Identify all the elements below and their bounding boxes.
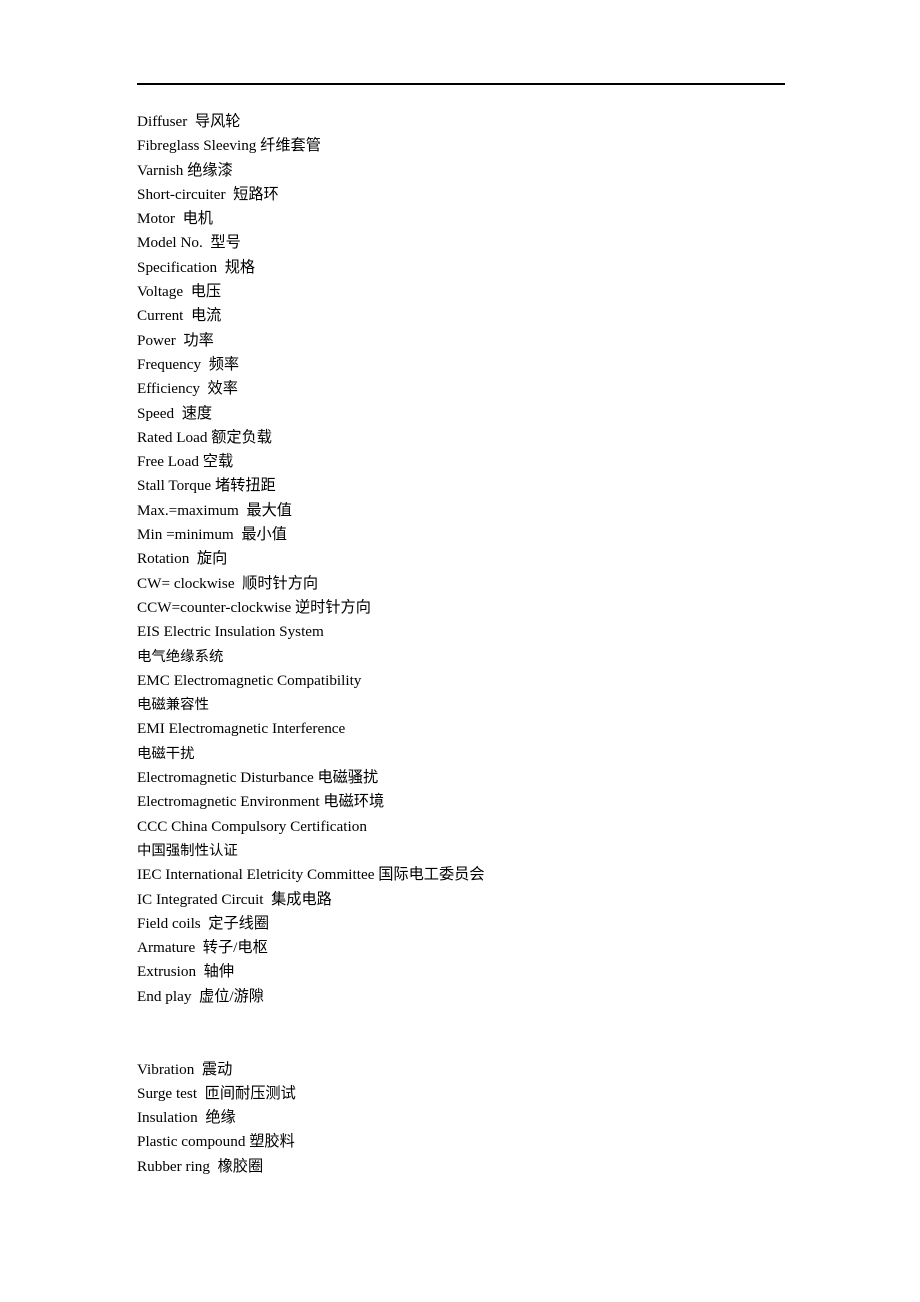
glossary-line: 中国强制性认证: [137, 842, 238, 859]
glossary-line: Max.=maximum 最大值: [137, 501, 292, 519]
glossary-line: Rotation 旋向: [137, 550, 228, 568]
glossary-line: Frequency 频率: [137, 355, 240, 373]
glossary-line: 电磁干扰: [137, 745, 195, 762]
glossary-line: Diffuser 导风轮: [137, 113, 241, 130]
glossary-line: EMI Electromagnetic Interference: [137, 720, 346, 738]
glossary-line: End play 虚位/游隙: [137, 987, 264, 1005]
glossary-line: Rubber ring 橡胶圈: [137, 1157, 264, 1175]
glossary-line: Min =minimum 最小值: [137, 526, 287, 544]
glossary-line: Short-circuiter 短路环: [137, 185, 279, 203]
glossary-line: Motor 电机: [137, 210, 213, 228]
glossary-line: CW= clockwise 顺时针方向: [137, 574, 319, 592]
glossary-line: Vibration 震动: [137, 1060, 233, 1078]
glossary-line: Specification 规格: [137, 258, 256, 276]
glossary-blank-line: [137, 1009, 837, 1033]
glossary-line: Voltage 电压: [137, 283, 222, 301]
glossary-line: Efficiency 效率: [137, 380, 238, 398]
glossary-line: Free Load 空载: [137, 453, 234, 471]
glossary-line: Electromagnetic Environment 电磁环境: [137, 793, 385, 811]
glossary-line: EIS Electric Insulation System: [137, 623, 324, 641]
glossary-line: IEC International Eletricity Committee 国…: [137, 866, 485, 884]
glossary-line: Surge test 匝间耐压测试: [137, 1084, 296, 1102]
glossary-term-list: Diffuser 导风轮 Fibreglass Sleeving 纤维套管 Varn…: [137, 110, 837, 1179]
glossary-line: Fibreglass Sleeving 纤维套管: [137, 137, 321, 155]
glossary-line: Electromagnetic Disturbance 电磁骚扰: [137, 769, 379, 787]
glossary-line: Plastic compound 塑胶料: [137, 1133, 295, 1151]
glossary-line: Model No. 型号: [137, 234, 241, 252]
glossary-line: CCC China Compulsory Certification: [137, 817, 367, 835]
glossary-blank-line: [137, 1033, 837, 1057]
glossary-line: EMC Electromagnetic Compatibility: [137, 671, 362, 689]
header-horizontal-rule: [137, 83, 785, 85]
glossary-line: Stall Torque 堵转扭距: [137, 477, 276, 495]
glossary-line: Insulation 绝缘: [137, 1109, 236, 1127]
glossary-line: Armature 转子/电枢: [137, 939, 268, 957]
document-page: Diffuser 导风轮 Fibreglass Sleeving 纤维套管 Varn…: [0, 0, 920, 1302]
glossary-line: Varnish 绝缘漆: [137, 161, 233, 179]
glossary-line: IC Integrated Circuit 集成电路: [137, 890, 332, 908]
glossary-line: 电气绝缘系统: [137, 648, 224, 665]
glossary-line: Rated Load 额定负载: [137, 428, 272, 446]
glossary-line: CCW=counter-clockwise 逆时针方向: [137, 598, 371, 616]
glossary-line: Extrusion 轴伸: [137, 963, 235, 981]
glossary-line: Field coils 定子线圈: [137, 914, 270, 932]
glossary-line: Power 功率: [137, 331, 214, 349]
glossary-line: Speed 速度: [137, 404, 213, 422]
glossary-line: Current 电流: [137, 307, 222, 325]
glossary-line: 电磁兼容性: [137, 697, 209, 714]
